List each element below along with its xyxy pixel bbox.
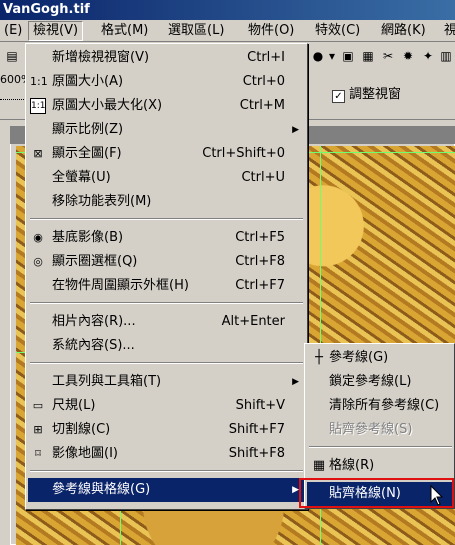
palette-icon[interactable]: ▦	[360, 48, 376, 64]
submenu-item-grid[interactable]: ▦ 格線(R)	[307, 454, 454, 478]
submenu-item-lock-guides[interactable]: 鎖定參考線(L)	[307, 370, 454, 394]
menu-item-show-marquee[interactable]: ◎ 顯示圈選框(Q) Ctrl+F8	[28, 250, 305, 274]
menu-item-photo-properties[interactable]: 相片內容(R)... Alt+Enter	[28, 310, 305, 334]
menu-item-object-outline[interactable]: 在物件周圍顯示外框(H) Ctrl+F7	[28, 274, 305, 298]
menu-separator	[309, 446, 452, 448]
menu-format[interactable]: 格式(M)	[97, 22, 152, 40]
actual-size-icon: 1:1	[30, 75, 48, 88]
menu-item-actual-size-maximize[interactable]: 1:1 原圖大小最大化(X) Ctrl+M	[28, 94, 305, 118]
menu-item-new-view[interactable]: 新增檢視視窗(V) Ctrl+I	[28, 46, 305, 70]
submenu-arrow-icon: ▶	[292, 125, 299, 135]
menu-item-guides-grid[interactable]: 參考線與格線(G) ▶	[28, 478, 305, 502]
menu-item-system-properties[interactable]: 系統內容(S)...	[28, 334, 305, 358]
adjust-view-label: 調整視窗	[349, 87, 402, 102]
menu-item-slice-lines[interactable]: ⊞ 切割線(C) Shift+F7	[28, 418, 305, 442]
menu-bar: (E) 檢視(V) 格式(M) 選取區(L) 物件(O) 特效(C) 網路(K)…	[0, 20, 455, 42]
menu-object[interactable]: 物件(O)	[244, 22, 298, 40]
menu-item-base-image[interactable]: ◉ 基底影像(B) Ctrl+F5	[28, 226, 305, 250]
menu-item-image-map[interactable]: ⌑ 影像地圖(I) Shift+F8	[28, 442, 305, 466]
mouse-cursor-icon	[430, 485, 444, 506]
menu-web[interactable]: 網路(K)	[377, 22, 430, 40]
fit-to-window-icon: ⊠	[33, 147, 43, 160]
menu-item-full-screen[interactable]: 全螢幕(U) Ctrl+U	[28, 166, 305, 190]
submenu-item-guides[interactable]: ┼ 參考線(G)	[307, 346, 454, 370]
menu-item-toolbars[interactable]: 工具列與工具箱(T) ▶	[28, 370, 305, 394]
submenu-item-clear-guides[interactable]: 清除所有參考線(C)	[307, 394, 454, 418]
submenu-arrow-icon: ▶	[292, 377, 299, 387]
checkbox-checked-icon[interactable]: ✓	[332, 90, 345, 103]
menu-edit[interactable]: (E)	[0, 22, 26, 40]
menu-separator	[30, 218, 303, 220]
eye-icon: ◉	[33, 231, 43, 244]
menu-window[interactable]: 視	[440, 22, 455, 40]
light-icon[interactable]: ✹	[400, 48, 416, 64]
grid-dots-icon: ▦	[312, 458, 326, 473]
crosshair-icon: ┼	[315, 350, 323, 365]
cutout-icon[interactable]: ✂	[380, 48, 396, 64]
ruler-icon: ▭	[32, 399, 44, 412]
menu-item-ruler[interactable]: ▭ 尺規(L) Shift+V	[28, 394, 305, 418]
grid-icon: ⊞	[33, 423, 43, 436]
menu-separator	[30, 470, 303, 472]
submenu-arrow-icon: ▶	[292, 485, 299, 495]
menu-item-remove-menubar[interactable]: 移除功能表列(M)	[28, 190, 305, 214]
submenu-item-snap-guides: 貼齊參考線(S)	[329, 422, 413, 437]
actual-size-maximize-icon: 1:1	[30, 98, 46, 114]
document-icon[interactable]: ▣	[340, 48, 356, 64]
window-title-bar: VanGogh.tif	[0, 0, 455, 20]
marquee-eye-icon: ◎	[33, 255, 43, 268]
menu-view[interactable]: 檢視(V)	[28, 21, 84, 41]
gallery-icon[interactable]: ▥	[438, 48, 454, 64]
window-title: VanGogh.tif	[3, 2, 90, 17]
menu-item-fit-to-window[interactable]: ⊠ 顯示全圖(F) Ctrl+Shift+0	[28, 142, 305, 166]
new-file-icon[interactable]: ▤	[4, 48, 20, 64]
menu-effects[interactable]: 特效(C)	[311, 22, 364, 40]
dropdown-arrow-icon[interactable]: ▾	[324, 48, 340, 64]
menu-item-zoom-level[interactable]: 顯示比例(Z) ▶	[28, 118, 305, 142]
image-map-icon: ⌑	[35, 447, 41, 460]
view-menu: 新增檢視視窗(V) Ctrl+I 1:1 原圖大小(A) Ctrl+0 1:1 …	[25, 43, 308, 510]
menu-item-actual-size[interactable]: 1:1 原圖大小(A) Ctrl+0	[28, 70, 305, 94]
adjust-view-checkbox[interactable]: ✓ 調整視窗	[332, 86, 401, 104]
menu-selection[interactable]: 選取區(L)	[164, 22, 228, 40]
effects-icon[interactable]: ✦	[420, 48, 436, 64]
menu-separator	[30, 302, 303, 304]
menu-separator	[30, 362, 303, 364]
